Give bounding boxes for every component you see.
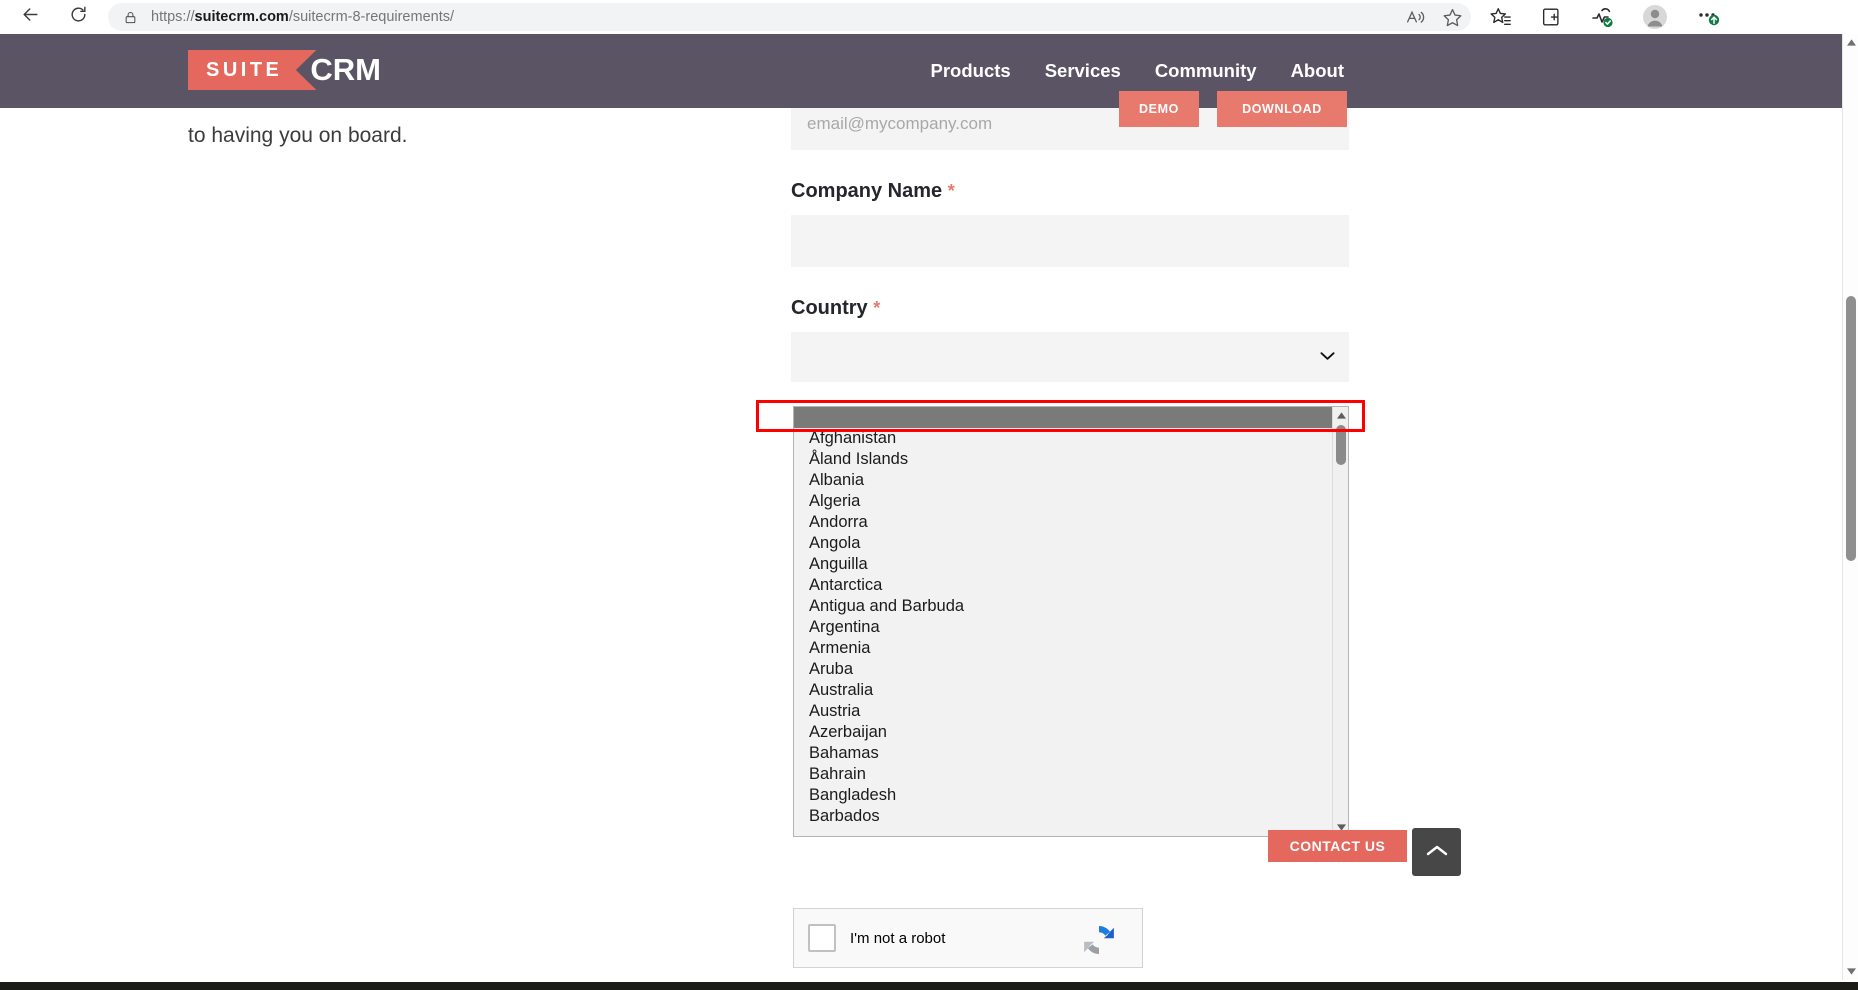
- company-name-label: Company Name *: [791, 180, 955, 202]
- dropdown-scrollbar[interactable]: [1332, 407, 1348, 836]
- country-option[interactable]: Åland Islands: [794, 449, 1334, 470]
- browser-essentials-icon[interactable]: [1590, 5, 1614, 29]
- scroll-down-arrow-icon[interactable]: [1843, 963, 1858, 980]
- nav-item-community[interactable]: Community: [1155, 60, 1257, 82]
- page-viewport: to having you on board. email@mycompany.…: [0, 34, 1842, 980]
- lock-icon: [124, 10, 137, 25]
- logo-crm-text: CRM: [310, 52, 382, 87]
- recaptcha-label: I'm not a robot: [850, 929, 946, 947]
- country-option[interactable]: Antigua and Barbuda: [794, 596, 1334, 617]
- country-option[interactable]: Anguilla: [794, 554, 1334, 575]
- demo-button[interactable]: DEMO: [1119, 91, 1199, 127]
- country-option[interactable]: Antarctica: [794, 575, 1334, 596]
- chevron-down-icon: [1320, 348, 1335, 366]
- country-option[interactable]: Argentina: [794, 617, 1334, 638]
- favorites-icon[interactable]: [1490, 6, 1512, 28]
- country-option[interactable]: Andorra: [794, 512, 1334, 533]
- country-option[interactable]: Bahrain: [794, 764, 1334, 785]
- country-option[interactable]: Bangladesh: [794, 785, 1334, 806]
- country-option[interactable]: Bahamas: [794, 743, 1334, 764]
- recaptcha-widget[interactable]: I'm not a robot: [793, 908, 1143, 968]
- country-select[interactable]: [791, 332, 1349, 382]
- email-placeholder: email@mycompany.com: [807, 114, 993, 133]
- country-option[interactable]: Barbados: [794, 806, 1334, 827]
- country-option[interactable]: Azerbaijan: [794, 722, 1334, 743]
- suitecrm-logo[interactable]: SUITE CRM: [188, 50, 381, 90]
- star-icon[interactable]: [1442, 7, 1463, 28]
- country-option[interactable]: Algeria: [794, 491, 1334, 512]
- company-name-field[interactable]: [791, 215, 1349, 267]
- country-label: Country *: [791, 297, 881, 319]
- country-dropdown-popup[interactable]: Afghanistan Åland Islands Albania Algeria An…: [793, 406, 1349, 837]
- chevron-up-icon: [1426, 844, 1448, 861]
- back-arrow-icon: [21, 5, 40, 29]
- nav-item-about[interactable]: About: [1291, 60, 1344, 82]
- country-option[interactable]: Angola: [794, 533, 1334, 554]
- bottom-strip: [0, 982, 1858, 990]
- country-option-list: Afghanistan Åland Islands Albania Algeria An…: [794, 407, 1334, 827]
- window-scrollbar[interactable]: [1842, 34, 1858, 980]
- profile-avatar-icon[interactable]: [1642, 4, 1668, 30]
- country-option[interactable]: [794, 407, 1334, 428]
- country-option[interactable]: Australia: [794, 680, 1334, 701]
- required-marker: *: [873, 298, 881, 318]
- settings-more-icon[interactable]: [1696, 5, 1720, 29]
- reload-icon: [69, 5, 88, 29]
- nav-item-products[interactable]: Products: [931, 60, 1011, 82]
- scroll-up-arrow-icon[interactable]: [1843, 34, 1858, 51]
- intro-text: to having you on board.: [188, 124, 408, 147]
- signup-form: email@mycompany.com Company Name * Count…: [791, 98, 1349, 382]
- url-text: https://suitecrm.com/suitecrm-8-requirem…: [151, 9, 455, 25]
- dropdown-scrollbar-thumb[interactable]: [1336, 425, 1346, 465]
- country-option[interactable]: Austria: [794, 701, 1334, 722]
- contact-us-button[interactable]: CONTACT US: [1268, 830, 1407, 862]
- recaptcha-logo-icon: [1078, 919, 1120, 961]
- country-option[interactable]: Afghanistan: [794, 428, 1334, 449]
- nav-item-services[interactable]: Services: [1045, 60, 1121, 82]
- back-button[interactable]: [12, 2, 48, 32]
- scroll-up-arrow-icon[interactable]: [1333, 407, 1348, 424]
- browser-toolbar: https://suitecrm.com/suitecrm-8-requirem…: [0, 0, 1858, 34]
- header-action-buttons: DEMO DOWNLOAD: [1119, 91, 1347, 127]
- split-screen-icon[interactable]: [1540, 6, 1562, 28]
- recaptcha-checkbox[interactable]: [808, 924, 836, 952]
- download-button[interactable]: DOWNLOAD: [1217, 91, 1347, 127]
- address-bar[interactable]: https://suitecrm.com/suitecrm-8-requirem…: [108, 3, 1471, 31]
- country-option[interactable]: Albania: [794, 470, 1334, 491]
- read-aloud-icon[interactable]: [1405, 7, 1426, 28]
- scroll-to-top-button[interactable]: [1412, 828, 1461, 876]
- window-scrollbar-thumb[interactable]: [1846, 296, 1856, 561]
- reload-button[interactable]: [60, 2, 96, 32]
- required-marker: *: [947, 181, 955, 201]
- logo-suite-text: SUITE: [188, 50, 317, 90]
- country-option[interactable]: Armenia: [794, 638, 1334, 659]
- country-option[interactable]: Aruba: [794, 659, 1334, 680]
- site-header: SUITE CRM Products Services Community Ab…: [0, 34, 1842, 127]
